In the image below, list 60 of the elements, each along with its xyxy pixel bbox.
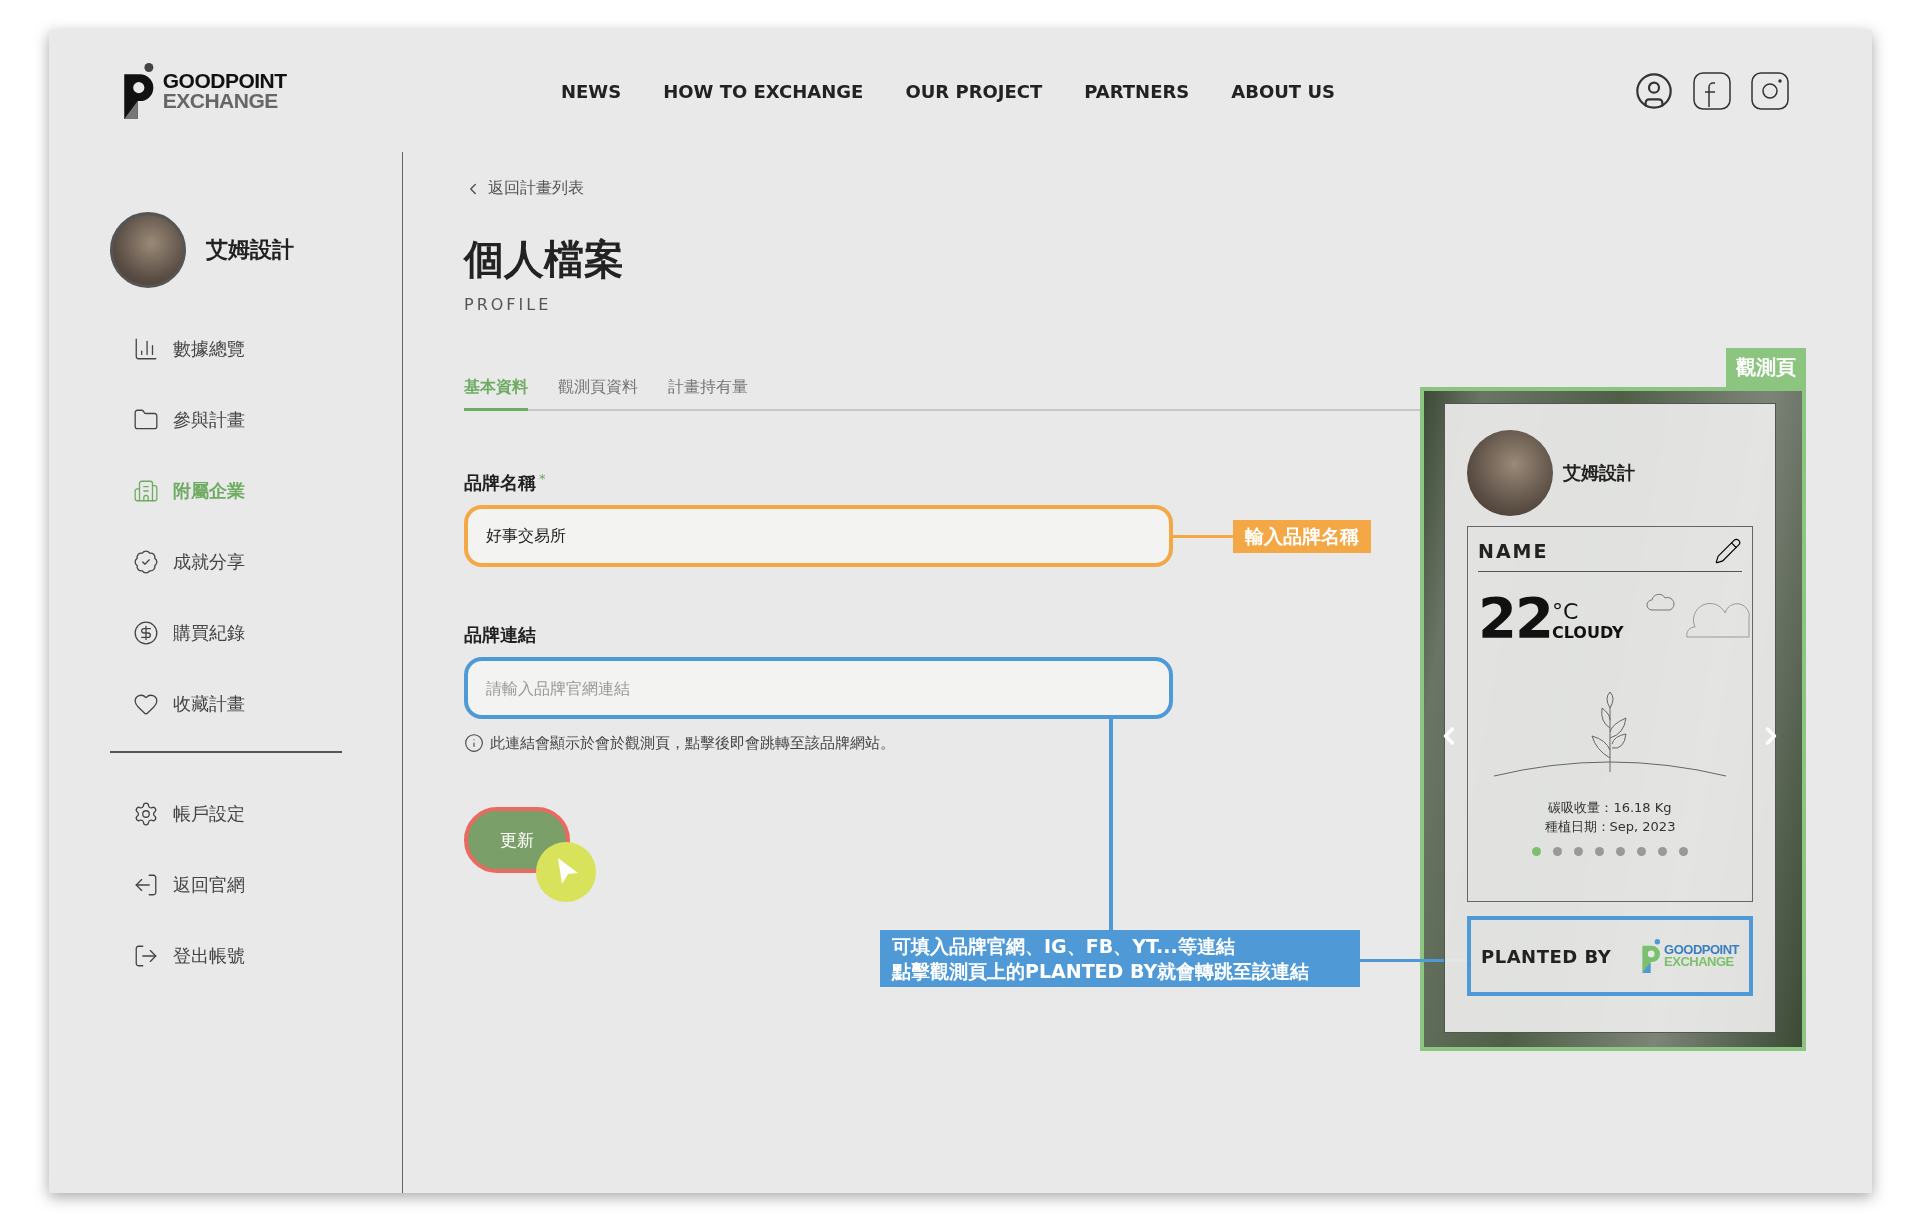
logo-text: GOODPOINT EXCHANGE xyxy=(1664,943,1739,969)
planted-by-link[interactable]: PLANTED BY GOODPOINT EXCHANGE xyxy=(1467,916,1753,996)
page-dot[interactable] xyxy=(1679,846,1688,856)
info-icon xyxy=(464,733,484,753)
sidebar-item[interactable]: 登出帳號 xyxy=(110,920,402,992)
tab[interactable]: 觀測頁資料 xyxy=(558,377,638,411)
sidebar-item[interactable]: 數據總覽 xyxy=(110,313,402,384)
carbon-text: 碳吸收量：16.18 Kg xyxy=(1547,798,1673,817)
tab[interactable]: 計畫持有量 xyxy=(668,377,748,411)
required-mark: * xyxy=(539,471,546,488)
input-field[interactable]: 請輸入品牌官網連結 xyxy=(464,657,1173,719)
annotation-label: 輸入品牌名稱 xyxy=(1233,520,1371,553)
logo-text: GOODPOINT EXCHANGE xyxy=(162,71,287,111)
sidebar-item[interactable]: 返回官網 xyxy=(110,849,402,921)
page-dot[interactable] xyxy=(1616,846,1625,856)
input-field[interactable]: 好事交易所 xyxy=(464,505,1173,567)
temperature: 22 xyxy=(1478,594,1552,642)
page-dot[interactable] xyxy=(1595,846,1604,856)
temperature-unit: °C xyxy=(1551,600,1580,623)
hint-text: 此連結會顯示於會於觀測頁，點擊後即會跳轉至該品牌網站。 xyxy=(490,733,895,753)
page-dot[interactable] xyxy=(1532,846,1541,856)
field-label: 品牌名稱 xyxy=(464,471,536,495)
nav-link[interactable]: OUR PROJECT xyxy=(905,80,1043,102)
sidebar-item[interactable]: 帳戶設定 xyxy=(110,778,402,850)
page-dot[interactable] xyxy=(1553,846,1562,856)
planting-date: 種植日期：Sep, 2023 xyxy=(1543,818,1677,837)
page-title: 個人檔案 xyxy=(464,235,625,283)
instagram-icon[interactable] xyxy=(1750,71,1790,111)
nav-link[interactable]: NEWS xyxy=(561,80,622,102)
logo-icon xyxy=(1640,939,1663,973)
user-icon[interactable] xyxy=(1634,71,1674,111)
page-dot[interactable] xyxy=(1574,846,1583,856)
sidebar-item-icon xyxy=(133,801,159,827)
sidebar-item[interactable]: 成就分享 xyxy=(110,526,402,597)
sidebar-item-icon xyxy=(133,548,159,575)
sidebar-item-icon xyxy=(133,943,159,969)
nav-link[interactable]: ABOUT US xyxy=(1231,80,1335,102)
user-name: 艾姆設計 xyxy=(1563,461,1635,485)
cloud-icon xyxy=(1646,592,1676,612)
preview-tag: 觀測頁 xyxy=(1726,348,1806,387)
page-dot[interactable] xyxy=(1658,846,1667,856)
sidebar-item[interactable]: 收藏計畫 xyxy=(110,668,402,739)
page-subtitle: PROFILE xyxy=(464,295,553,314)
cursor-icon xyxy=(536,842,596,902)
pencil-icon[interactable] xyxy=(1714,537,1742,565)
field-label: 品牌連結 xyxy=(464,623,536,647)
nav-link[interactable]: PARTNERS xyxy=(1084,80,1190,102)
facebook-icon[interactable] xyxy=(1692,71,1732,111)
sidebar-item[interactable]: 參與計畫 xyxy=(110,384,402,455)
sidebar-item[interactable]: 購買紀錄 xyxy=(110,597,402,668)
sidebar-item-icon xyxy=(133,619,159,646)
sidebar-item-icon xyxy=(133,872,159,898)
nav-link[interactable]: HOW TO EXCHANGE xyxy=(663,80,864,102)
user-name: 艾姆設計 xyxy=(206,236,294,264)
annotation-label: 可填入品牌官網、IG、FB、YT...等連結 點擊觀測頁上的PLANTED BY就會轉跳至該連結 xyxy=(880,930,1360,988)
cloud-icon xyxy=(1686,600,1750,638)
weather-text: CLOUDY xyxy=(1551,622,1624,642)
page-dot[interactable] xyxy=(1637,846,1646,856)
back-link[interactable]: 返回計畫列表 xyxy=(464,178,584,199)
card-title: NAME xyxy=(1478,540,1549,562)
